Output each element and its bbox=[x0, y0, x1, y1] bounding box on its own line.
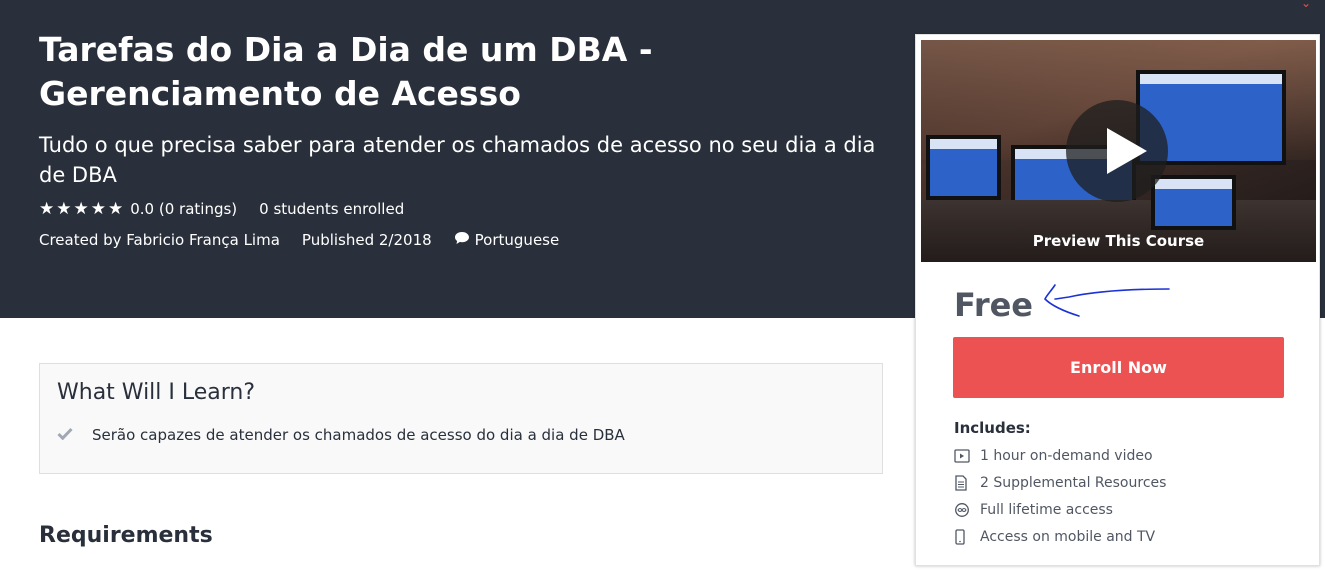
document-icon bbox=[954, 474, 980, 491]
course-preview-video[interactable]: Preview This Course bbox=[921, 40, 1316, 262]
includes-list: 1 hour on-demand video 2 Supplemental Re… bbox=[954, 442, 1166, 550]
requirements-title: Requirements bbox=[39, 523, 213, 548]
includes-item-label: 2 Supplemental Resources bbox=[980, 474, 1167, 491]
course-subtitle: Tudo o que precisa saber para atender os… bbox=[39, 133, 876, 187]
what-will-i-learn-box: What Will I Learn? Serão capazes de aten… bbox=[39, 363, 883, 474]
published-date: Published 2/2018 bbox=[301, 231, 432, 249]
course-meta-row: Created by Fabricio França Lima Publishe… bbox=[39, 229, 559, 251]
star-icon: ★ bbox=[108, 198, 124, 219]
learn-list-item: Serão capazes de atender os chamados de … bbox=[57, 425, 625, 445]
chevron-down-icon: ⌄ bbox=[1300, 0, 1311, 10]
course-title-line-1: Tarefas do Dia a Dia de um DBA - bbox=[39, 30, 653, 69]
includes-item-label: Full lifetime access bbox=[980, 501, 1113, 518]
course-price: Free bbox=[954, 286, 1033, 324]
preview-thumbnail-screen bbox=[926, 135, 1001, 200]
mobile-icon bbox=[954, 528, 980, 545]
rating-text: 0.0 (0 ratings) bbox=[130, 200, 238, 218]
includes-item-label: 1 hour on-demand video bbox=[980, 447, 1153, 464]
preview-thumbnail-screen bbox=[1151, 175, 1236, 230]
star-icon: ★ bbox=[90, 198, 106, 219]
star-icon: ★ bbox=[73, 198, 89, 219]
preview-course-label[interactable]: Preview This Course bbox=[921, 232, 1316, 250]
includes-item: 1 hour on-demand video bbox=[954, 442, 1166, 469]
play-icon[interactable] bbox=[1066, 100, 1168, 202]
course-language: Portuguese bbox=[474, 231, 560, 249]
what-will-i-learn-title: What Will I Learn? bbox=[57, 380, 256, 405]
includes-item-label: Access on mobile and TV bbox=[980, 528, 1156, 545]
enrolled-count: 0 students enrolled bbox=[259, 200, 405, 218]
rating-stars: ★ ★ ★ ★ ★ bbox=[39, 198, 124, 219]
handwritten-arrow-annotation bbox=[1044, 284, 1170, 317]
star-icon: ★ bbox=[56, 198, 72, 219]
created-by: Created by Fabricio França Lima bbox=[39, 231, 280, 249]
checkmark-icon bbox=[57, 425, 92, 445]
speech-bubble-icon bbox=[454, 231, 470, 249]
includes-title: Includes: bbox=[954, 419, 1031, 437]
video-icon bbox=[954, 448, 980, 463]
includes-item: 2 Supplemental Resources bbox=[954, 469, 1166, 496]
course-sidebar: Preview This Course Free Enroll Now Incl… bbox=[915, 34, 1320, 566]
rating-row: ★ ★ ★ ★ ★ 0.0 (0 ratings) 0 students enr… bbox=[39, 198, 404, 220]
enroll-now-button[interactable]: Enroll Now bbox=[953, 337, 1284, 398]
lifetime-icon bbox=[954, 502, 980, 518]
includes-item: Access on mobile and TV bbox=[954, 523, 1166, 550]
course-title-line-2: Gerenciamento de Acesso bbox=[39, 74, 521, 113]
star-icon: ★ bbox=[39, 198, 55, 219]
includes-item: Full lifetime access bbox=[954, 496, 1166, 523]
course-title: Tarefas do Dia a Dia de um DBA - Gerenci… bbox=[39, 28, 879, 116]
learn-item-text: Serão capazes de atender os chamados de … bbox=[92, 426, 625, 444]
